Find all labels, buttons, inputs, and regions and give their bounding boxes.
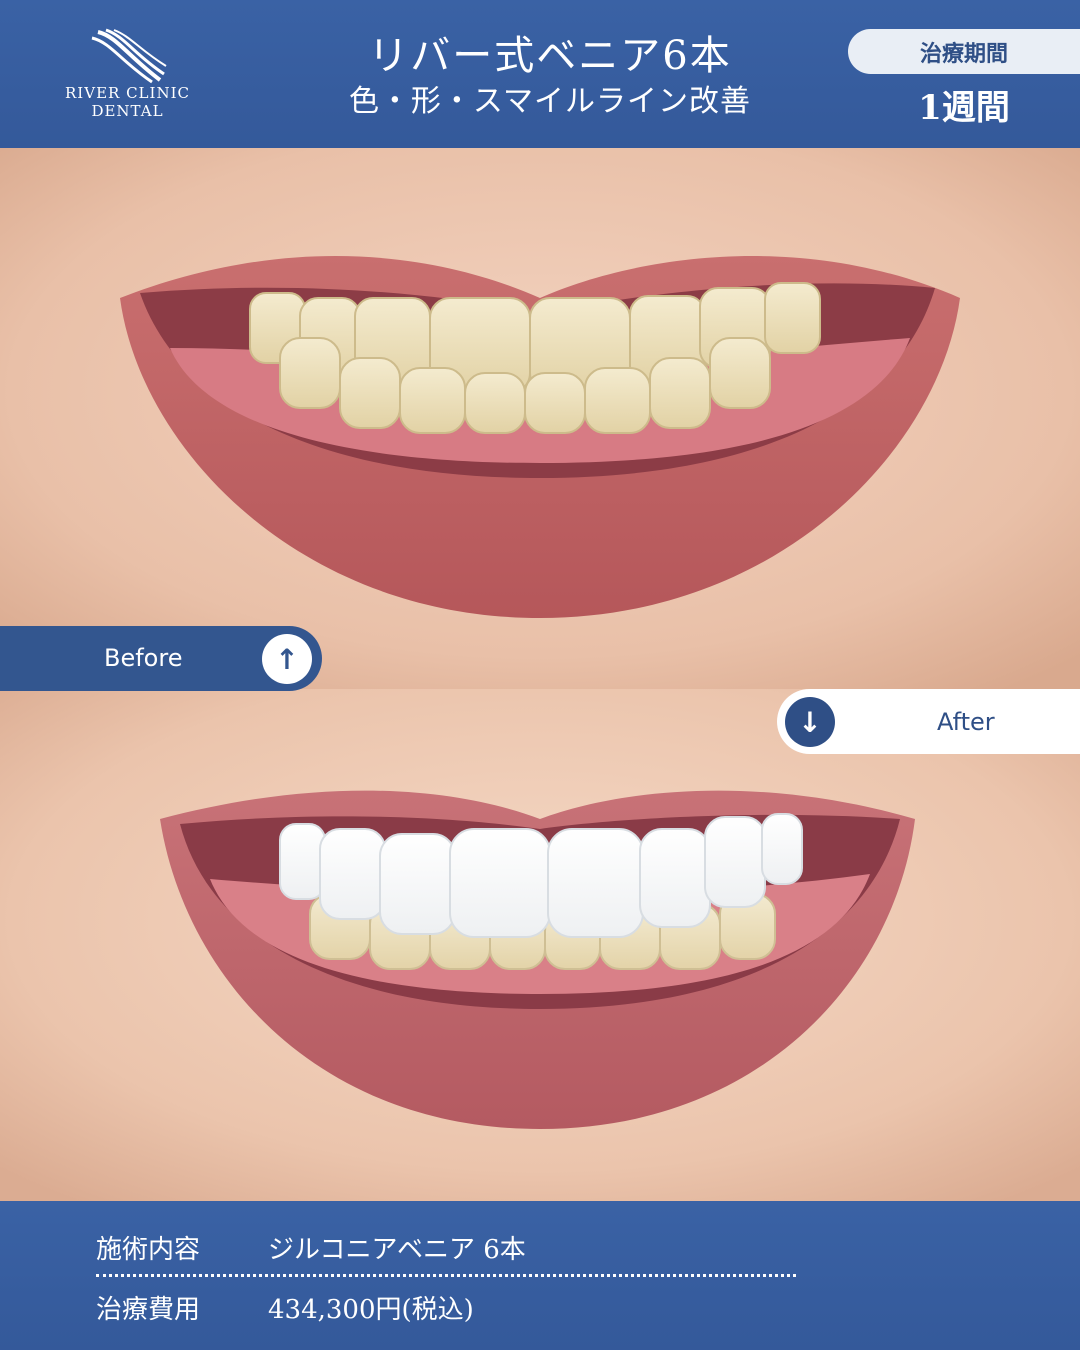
details-footer: 施術内容 ジルコニアベニア 6本 治療費用 434,300円(税込): [0, 1201, 1080, 1350]
period-label-pill: 治療期間: [848, 29, 1080, 74]
arrow-down-icon: ↓: [785, 697, 835, 747]
treatment-value: ジルコニアベニア 6本: [268, 1235, 526, 1265]
dotted-divider: [96, 1274, 796, 1277]
cost-value: 434,300円(税込): [268, 1295, 474, 1325]
before-label: Before ↑: [0, 626, 322, 691]
treatment-row: 施術内容 ジルコニアベニア 6本: [96, 1229, 796, 1269]
cost-label: 治療費用: [96, 1295, 201, 1325]
cost-row: 治療費用 434,300円(税込): [96, 1289, 796, 1329]
logo-text-line1: RIVER CLINIC: [65, 84, 190, 102]
before-photo: [0, 148, 1080, 689]
page-title: リバー式ベニア6本: [368, 33, 732, 79]
period-label: 治療期間: [919, 40, 1008, 67]
page-subtitle: 色・形・スマイルライン改善: [348, 84, 752, 119]
period-value: 1週間: [918, 88, 1010, 128]
clinic-logo: RIVER CLINIC DENTAL: [60, 28, 195, 128]
logo-text-line2: DENTAL: [91, 102, 164, 120]
river-wave-logo-icon: [91, 28, 167, 84]
after-label-text: After: [937, 708, 995, 736]
header-banner: RIVER CLINIC DENTAL リバー式ベニア6本 色・形・スマイルライ…: [0, 0, 1080, 148]
before-label-text: Before: [104, 644, 183, 672]
after-photo: [0, 689, 1080, 1201]
arrow-up-icon: ↑: [262, 634, 312, 684]
title-block: リバー式ベニア6本 色・形・スマイルライン改善: [300, 30, 800, 122]
treatment-label: 施術内容: [96, 1235, 201, 1265]
after-label: ↓ After: [777, 689, 1080, 754]
